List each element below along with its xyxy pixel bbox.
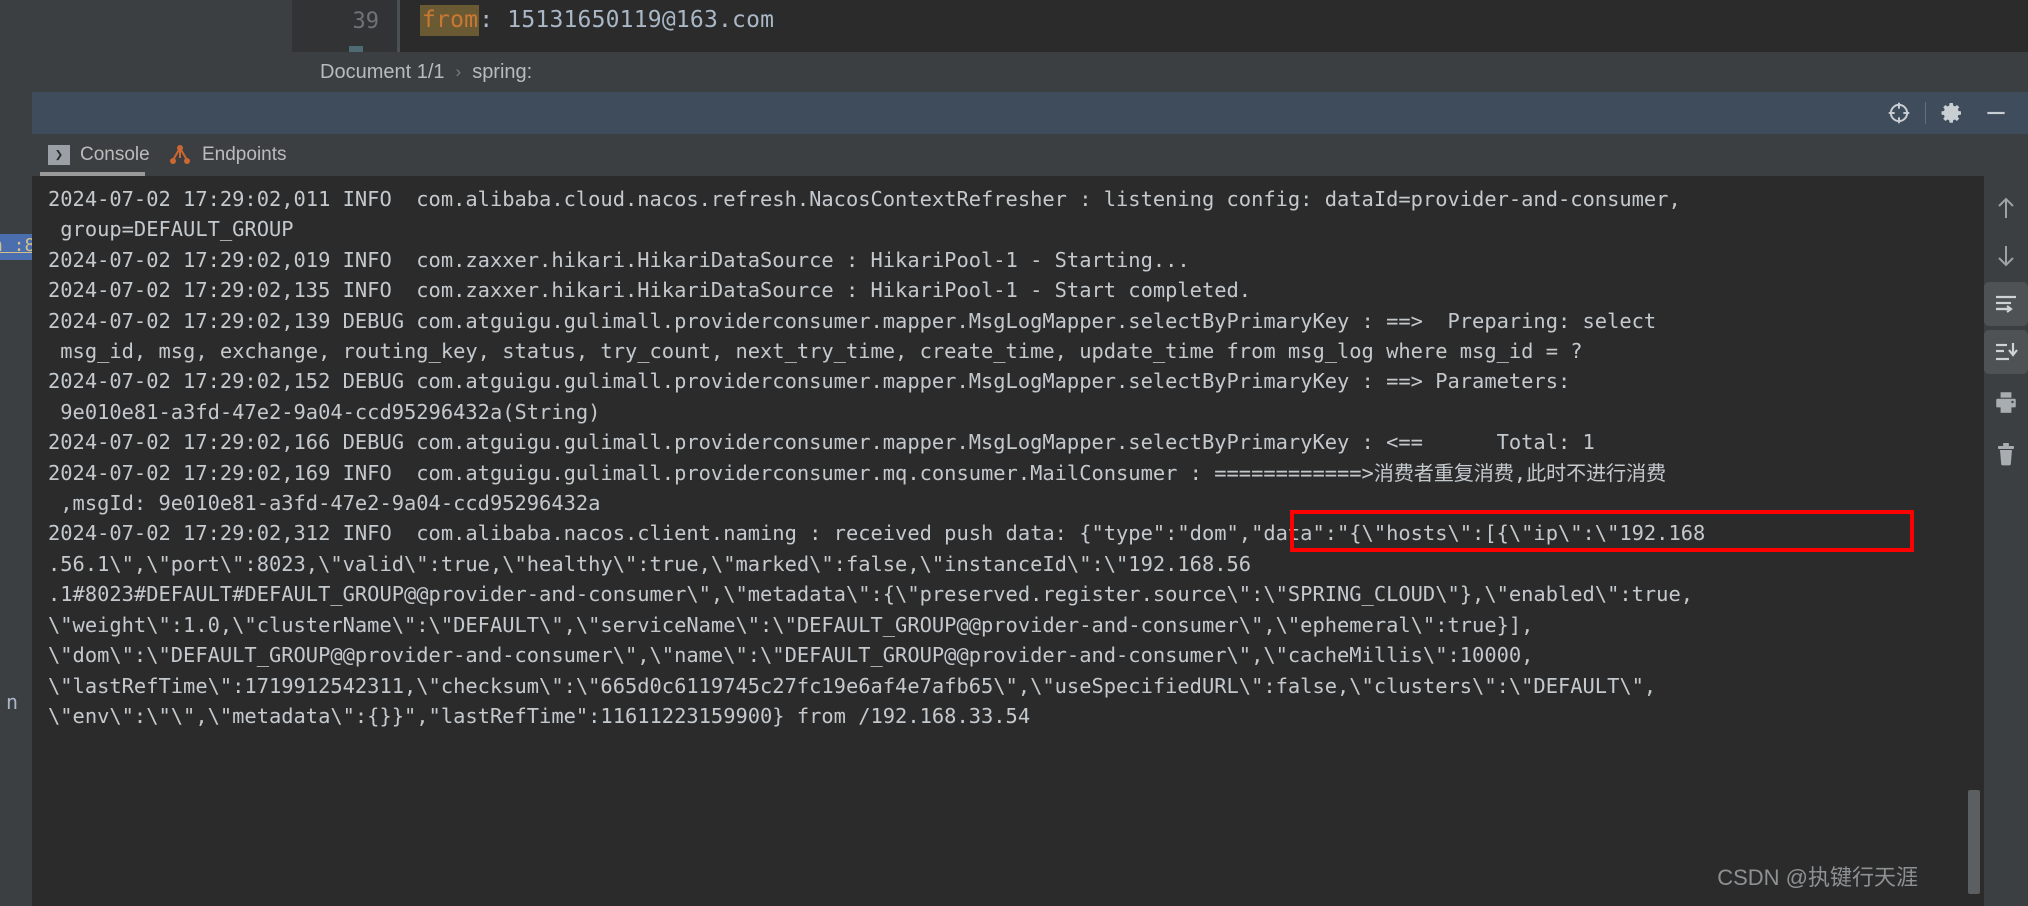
print-icon[interactable] bbox=[1984, 380, 2028, 424]
console-log-line: group=DEFAULT_GROUP bbox=[48, 217, 294, 242]
chevron-right-icon: › bbox=[455, 62, 462, 81]
console-log-line: 2024-07-02 17:29:02,011 INFO com.alibaba… bbox=[48, 187, 1681, 211]
console-log-line: .56.1\",\"port\":8023,\"valid\":true,\"h… bbox=[48, 551, 1252, 576]
yaml-value-email: : 15131650119@163.com bbox=[479, 7, 775, 33]
toolwindow-header bbox=[0, 92, 2028, 134]
scroll-down-icon[interactable] bbox=[1984, 234, 2028, 278]
console-log-line: \"dom\":\"DEFAULT_GROUP@@provider-and-co… bbox=[48, 643, 1534, 668]
console-url-link[interactable]: n :8023 bbox=[0, 234, 32, 260]
tab-endpoints-label: Endpoints bbox=[202, 144, 287, 165]
editor-gutter[interactable]: 39 bbox=[292, 0, 397, 52]
left-rail-fragment: n bbox=[6, 690, 19, 714]
yaml-key-from: from bbox=[420, 5, 480, 36]
tab-console-label: Console bbox=[80, 144, 150, 165]
trash-icon[interactable] bbox=[1984, 432, 2028, 476]
toolwindow-header-actions bbox=[1877, 92, 2018, 134]
minimize-icon[interactable] bbox=[1974, 92, 2018, 134]
console-output[interactable]: 2024-07-02 17:29:02,011 INFO com.alibaba… bbox=[32, 176, 1996, 906]
breadcrumb-item-document[interactable]: Document 1/1 bbox=[320, 61, 445, 84]
code-line-39: from: 15131650119@163.com bbox=[420, 5, 775, 36]
console-log-line: \"env\":\"\",\"metadata\":{}}","lastRefT… bbox=[48, 703, 1031, 728]
target-icon[interactable] bbox=[1877, 92, 1921, 134]
console-vertical-scrollbar[interactable] bbox=[1968, 790, 1980, 894]
watermark: CSDN @执键行天涯 bbox=[1717, 865, 1918, 890]
breadcrumb: Document 1/1 › spring: bbox=[320, 61, 532, 84]
console-log-text: 2024-07-02 17:29:02,011 INFO com.alibaba… bbox=[48, 184, 1705, 731]
console-side-toolbar bbox=[1984, 176, 2028, 906]
console-log-line: ,msgId: 9e010e81-a3fd-47e2-9a04-ccd95296… bbox=[48, 491, 601, 516]
console-log-line: 9e010e81-a3fd-47e2-9a04-ccd95296432a(Str… bbox=[48, 399, 601, 424]
endpoints-icon bbox=[168, 144, 192, 166]
line-number: 39 bbox=[352, 9, 380, 34]
gutter-separator bbox=[397, 0, 400, 52]
console-url-link-text: n :8023 bbox=[0, 235, 32, 256]
console-log-line: \"lastRefTime\":1719912542311,\"checksum… bbox=[48, 673, 1657, 698]
console-log-line: 2024-07-02 17:29:02,166 DEBUG com.atguig… bbox=[48, 430, 1595, 455]
console-log-line: msg_id, msg, exchange, routing_key, stat… bbox=[48, 339, 1583, 364]
soft-wrap-icon[interactable] bbox=[1984, 282, 2028, 326]
left-rail bbox=[0, 176, 32, 906]
console-log-line: 2024-07-02 17:29:02,152 DEBUG com.atguig… bbox=[48, 369, 1571, 394]
console-log-line: 2024-07-02 17:29:02,169 INFO com.atguigu… bbox=[48, 460, 1667, 485]
editor-left-pane bbox=[0, 0, 292, 92]
editor-strip: 39 from: 15131650119@163.com bbox=[0, 0, 2028, 92]
console-log-line: 2024-07-02 17:29:02,019 INFO com.zaxxer.… bbox=[48, 247, 1190, 272]
tab-endpoints[interactable]: Endpoints bbox=[168, 134, 287, 176]
ide-window: 39 from: 15131650119@163.com Document 1/… bbox=[0, 0, 2028, 906]
console-log-line: \"weight\":1.0,\"clusterName\":\"DEFAULT… bbox=[48, 612, 1534, 637]
scroll-to-end-icon[interactable] bbox=[1984, 330, 2028, 374]
console-log-line: 2024-07-02 17:29:02,312 INFO com.alibaba… bbox=[48, 521, 1706, 546]
console-icon: ❯ bbox=[48, 145, 70, 165]
console-log-line: 2024-07-02 17:29:02,135 INFO com.zaxxer.… bbox=[48, 278, 1252, 303]
toolwindow-tabs: ❯ Console Endpoints bbox=[0, 134, 2028, 176]
breadcrumb-bar: Document 1/1 › spring: bbox=[292, 52, 2028, 92]
console-log-line: 2024-07-02 17:29:02,139 DEBUG com.atguig… bbox=[48, 308, 1657, 333]
tab-console[interactable]: ❯ Console bbox=[48, 134, 150, 176]
header-divider bbox=[1925, 102, 1926, 124]
left-gutter-strip bbox=[0, 92, 32, 176]
console-log-line: .1#8023#DEFAULT#DEFAULT_GROUP@@provider-… bbox=[48, 582, 1694, 607]
breadcrumb-item-spring[interactable]: spring: bbox=[472, 61, 532, 84]
editor-code-area[interactable]: from: 15131650119@163.com bbox=[420, 0, 2028, 52]
scroll-up-icon[interactable] bbox=[1984, 186, 2028, 230]
gear-icon[interactable] bbox=[1930, 92, 1974, 134]
